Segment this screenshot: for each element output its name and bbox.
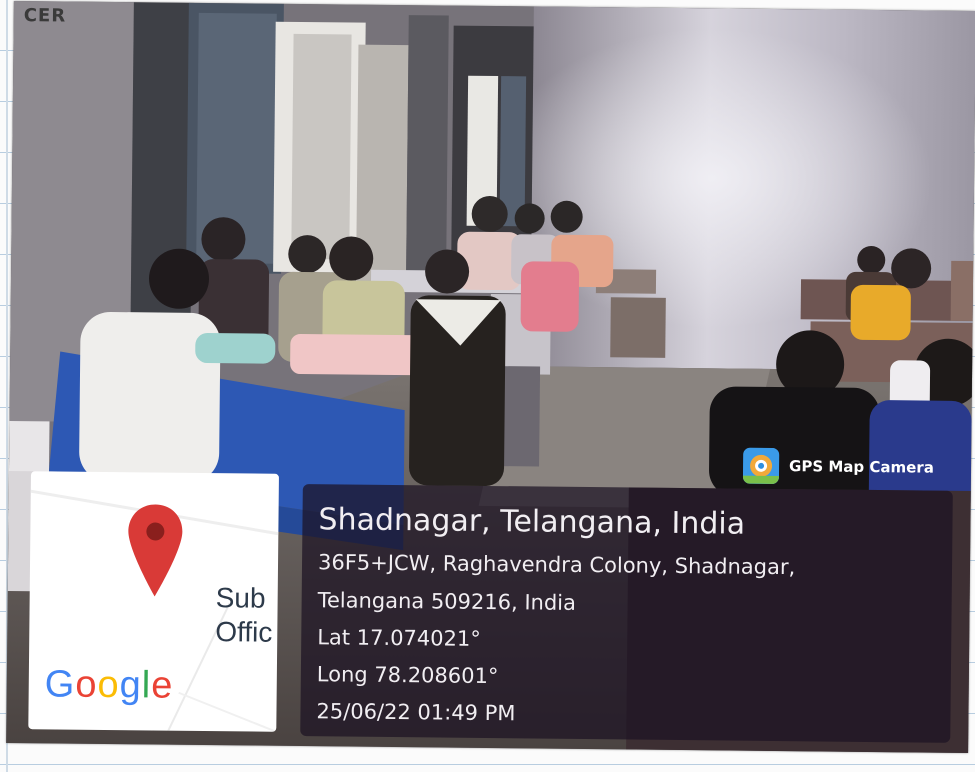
map-place-label: Sub Offic <box>215 581 273 650</box>
gps-map-camera-icon <box>742 447 780 485</box>
map-thumbnail: Sub Offic Google <box>28 471 279 732</box>
classroom-photo: CER Sub Offic Google GPS Map Camera Shad… <box>6 0 975 754</box>
location-title: Shadnagar, Telangana, India <box>318 502 746 542</box>
google-logo-letter: o <box>75 663 98 706</box>
wall-text-label: CER <box>23 5 67 27</box>
longitude-text: Long 78.208601° <box>316 662 499 689</box>
latitude-text: Lat 17.074021° <box>317 625 481 651</box>
timestamp-text: 25/06/22 01:49 PM <box>316 699 516 726</box>
address-line-1: 36F5+JCW, Raghavendra Colony, Shadnagar, <box>317 550 796 580</box>
notebook-paper-background: CER Sub Offic Google GPS Map Camera Shad… <box>0 0 975 772</box>
address-line-2: Telangana 509216, India <box>317 588 577 615</box>
google-logo-letter: g <box>119 664 142 707</box>
google-logo-letter: o <box>97 663 120 707</box>
location-info-panel: Shadnagar, Telangana, India 36F5+JCW, Ra… <box>300 484 953 743</box>
gps-map-camera-badge: GPS Map Camera <box>742 446 934 488</box>
map-pin-icon <box>128 504 183 597</box>
google-logo-letter: G <box>44 663 76 706</box>
google-logo-letter: e <box>150 664 174 707</box>
gps-map-camera-label: GPS Map Camera <box>788 457 934 477</box>
google-logo: Google <box>45 663 174 707</box>
map-place-label-line2: Offic <box>215 616 273 648</box>
map-place-label-line1: Sub <box>215 582 266 614</box>
google-logo-letter: l <box>141 664 152 707</box>
